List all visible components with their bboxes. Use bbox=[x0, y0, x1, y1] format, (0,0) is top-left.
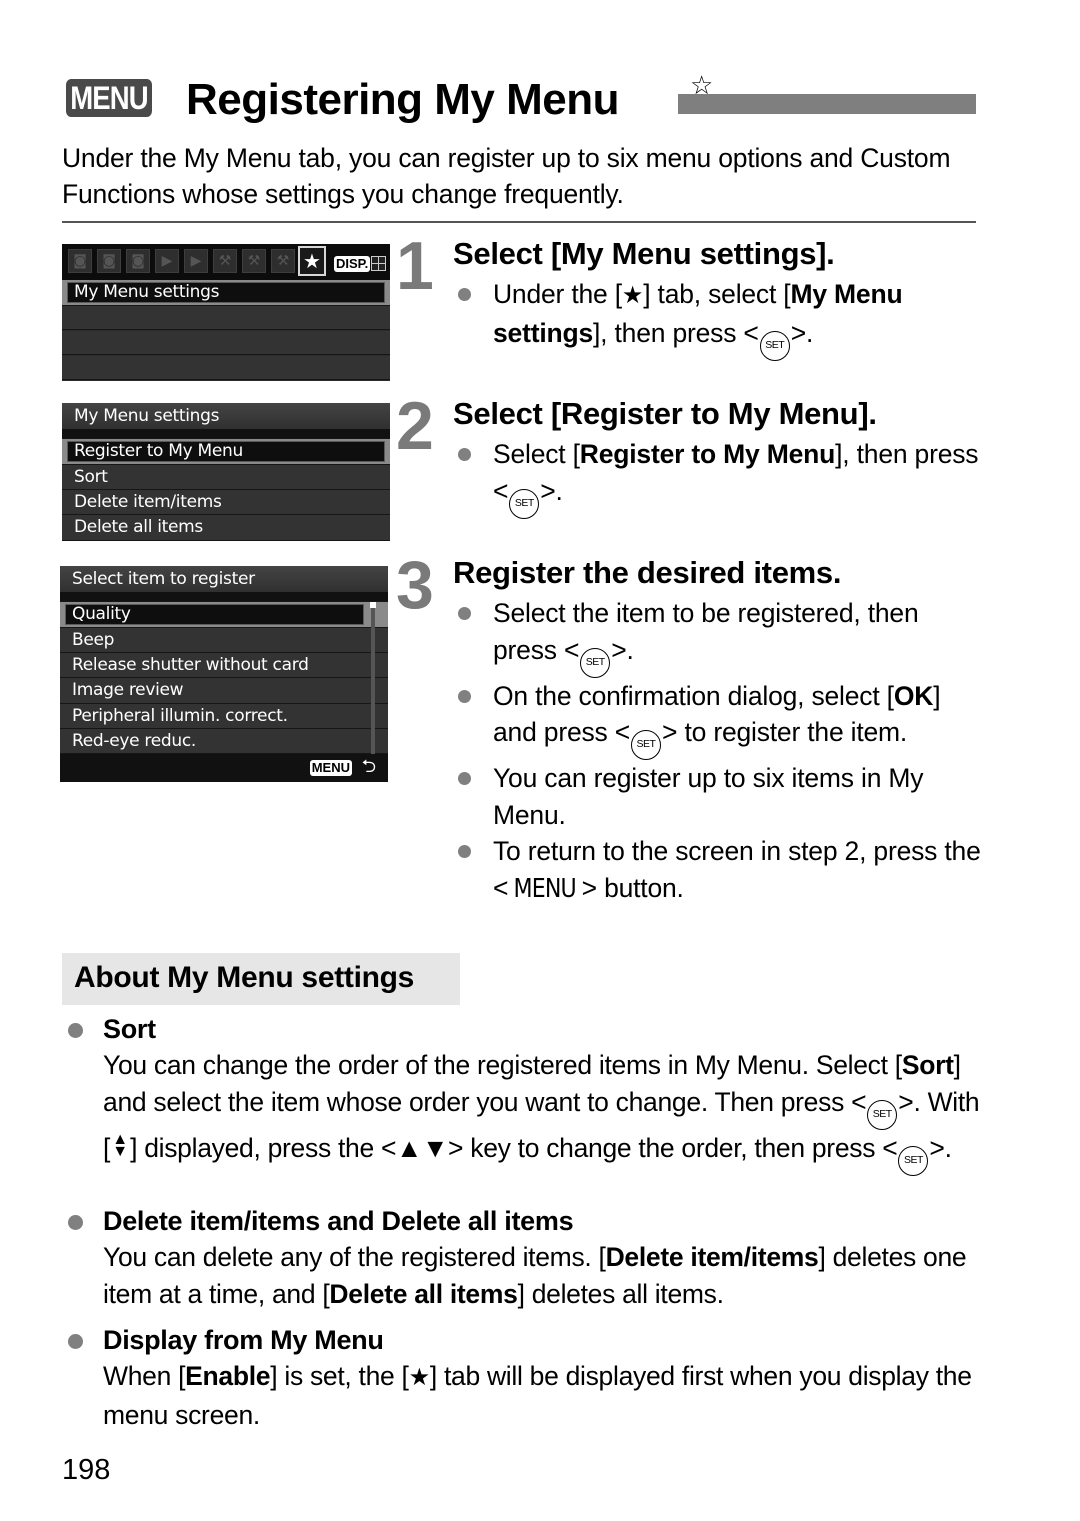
set-button-icon: SET bbox=[759, 330, 790, 361]
bullet-dot-icon bbox=[458, 689, 471, 703]
grid-icon bbox=[371, 256, 386, 271]
about-item-text: When [Enable] is set, the [★] tab will b… bbox=[103, 1361, 972, 1430]
screen-menu-item bbox=[62, 356, 390, 380]
about-item-title: Display from My Menu bbox=[103, 1325, 384, 1355]
menu-badge-icon: MENU bbox=[66, 79, 152, 117]
shooting-tab-1-icon: ◙ bbox=[68, 249, 92, 273]
bullet-dot-icon bbox=[458, 772, 471, 785]
about-item-title: Sort bbox=[103, 1014, 156, 1044]
screen-menu-item: Delete item/items bbox=[62, 490, 390, 515]
about-item-text: You can change the order of the register… bbox=[103, 1047, 983, 1176]
screen-header: My Menu settings bbox=[62, 403, 390, 429]
bullet-dot-icon bbox=[458, 845, 471, 858]
step-number: 3 bbox=[396, 547, 434, 623]
title-decor-bar bbox=[678, 94, 976, 114]
shooting-tab-3-icon: ◙ bbox=[126, 249, 150, 273]
about-item-title: Delete item/items and Delete all items bbox=[103, 1206, 574, 1236]
page-header: MENU Registering My Menu ☆ bbox=[66, 70, 978, 126]
up-down-keys-icon: ▲▼ bbox=[396, 1132, 448, 1163]
menu-key-icon: MENU bbox=[309, 760, 352, 776]
page-number: 198 bbox=[62, 1454, 111, 1486]
instruction-bullet: Select [Register to My Menu], then press… bbox=[453, 436, 983, 519]
divider bbox=[62, 221, 976, 223]
bullet-dot-icon bbox=[68, 1023, 83, 1038]
playback-tab-1-icon: ▶ bbox=[155, 249, 179, 273]
return-arrow-icon: ⮌ bbox=[361, 756, 376, 777]
setup-tab-1-icon: ⚒ bbox=[213, 249, 237, 273]
instruction-bullet: Select the item to be registered, then p… bbox=[453, 595, 983, 678]
screen-menu-item: Release shutter without card bbox=[60, 653, 388, 678]
screen-menu-item: Red-eye reduc. bbox=[60, 729, 388, 754]
bullet-dot-icon bbox=[458, 607, 471, 620]
screen-scrollbar bbox=[371, 602, 375, 754]
up-down-arrows-icon: ▲ ▼ bbox=[112, 1130, 128, 1160]
step-number: 1 bbox=[396, 228, 434, 304]
set-button-icon: SET bbox=[867, 1099, 898, 1130]
screen-menu-item: Image review bbox=[60, 678, 388, 704]
setup-tab-2-icon: ⚒ bbox=[242, 249, 266, 273]
playback-tab-2-icon: ▶ bbox=[184, 249, 208, 273]
camera-screen-menu-tabs: ◙ ◙ ◙ ▶ ▶ ⚒ ⚒ ⚒ ★ DISP. My Menu settings bbox=[62, 244, 390, 381]
star-icon: ★ bbox=[408, 1364, 431, 1391]
instruction-bullet: You can register up to six items in My M… bbox=[453, 760, 983, 833]
about-item-text: You can delete any of the registered ite… bbox=[103, 1242, 967, 1309]
bullet-dot-icon bbox=[68, 1334, 83, 1349]
step-title: Select [My Menu settings]. bbox=[453, 236, 835, 271]
bullet-dot-icon bbox=[458, 288, 471, 301]
set-button-icon: SET bbox=[898, 1145, 929, 1176]
instruction-bullet: On the confirmation dialog, select [OK] … bbox=[453, 678, 983, 760]
set-button-icon: SET bbox=[509, 488, 540, 519]
shooting-tab-2-icon: ◙ bbox=[97, 249, 121, 273]
screen-menu-item: Delete all items bbox=[62, 515, 390, 541]
camera-screen-select-item: Select item to register Quality Beep Rel… bbox=[60, 566, 388, 782]
intro-paragraph: Under the My Menu tab, you can register … bbox=[62, 143, 951, 209]
menu-tab-bar: ◙ ◙ ◙ ▶ ▶ ⚒ ⚒ ⚒ ★ DISP. bbox=[62, 244, 390, 280]
step-title: Register the desired items. bbox=[453, 555, 842, 590]
set-button-icon: SET bbox=[631, 730, 662, 760]
screen-menu-item bbox=[62, 306, 390, 330]
screen-menu-item: Peripheral illumin. correct. bbox=[60, 704, 388, 729]
instruction-bullet: To return to the screen in step 2, press… bbox=[453, 833, 983, 907]
screen-menu-item: Beep bbox=[60, 628, 388, 653]
page-title: Registering My Menu bbox=[186, 75, 620, 124]
setup-tab-3-icon: ⚒ bbox=[271, 249, 295, 273]
disp-button-icon: DISP. bbox=[334, 256, 371, 272]
screen-menu-item: Quality bbox=[60, 602, 388, 628]
set-button-icon: SET bbox=[580, 647, 611, 678]
bullet-dot-icon bbox=[458, 448, 471, 461]
camera-screen-my-menu-settings: My Menu settings Register to My Menu Sor… bbox=[62, 403, 390, 541]
screen-header: Select item to register bbox=[60, 566, 388, 592]
screen-menu-item: Sort bbox=[62, 465, 390, 490]
step-number: 2 bbox=[396, 388, 434, 464]
my-menu-tab-star-icon: ★ bbox=[298, 246, 326, 276]
screen-footer: MENU ⮌ bbox=[60, 754, 388, 782]
section-heading: About My Menu settings bbox=[62, 953, 460, 1005]
bullet-dot-icon bbox=[68, 1215, 83, 1230]
screen-menu-item bbox=[62, 331, 390, 355]
instruction-bullet: Under the [★] tab, select [My Menu setti… bbox=[453, 276, 983, 361]
screen-scroll-thumb bbox=[370, 602, 376, 608]
screen-menu-item: My Menu settings bbox=[62, 280, 390, 306]
step-title: Select [Register to My Menu]. bbox=[453, 396, 877, 431]
star-icon: ★ bbox=[621, 282, 644, 309]
menu-button-label: MENU bbox=[513, 873, 577, 904]
screen-menu-item: Register to My Menu bbox=[62, 439, 390, 465]
